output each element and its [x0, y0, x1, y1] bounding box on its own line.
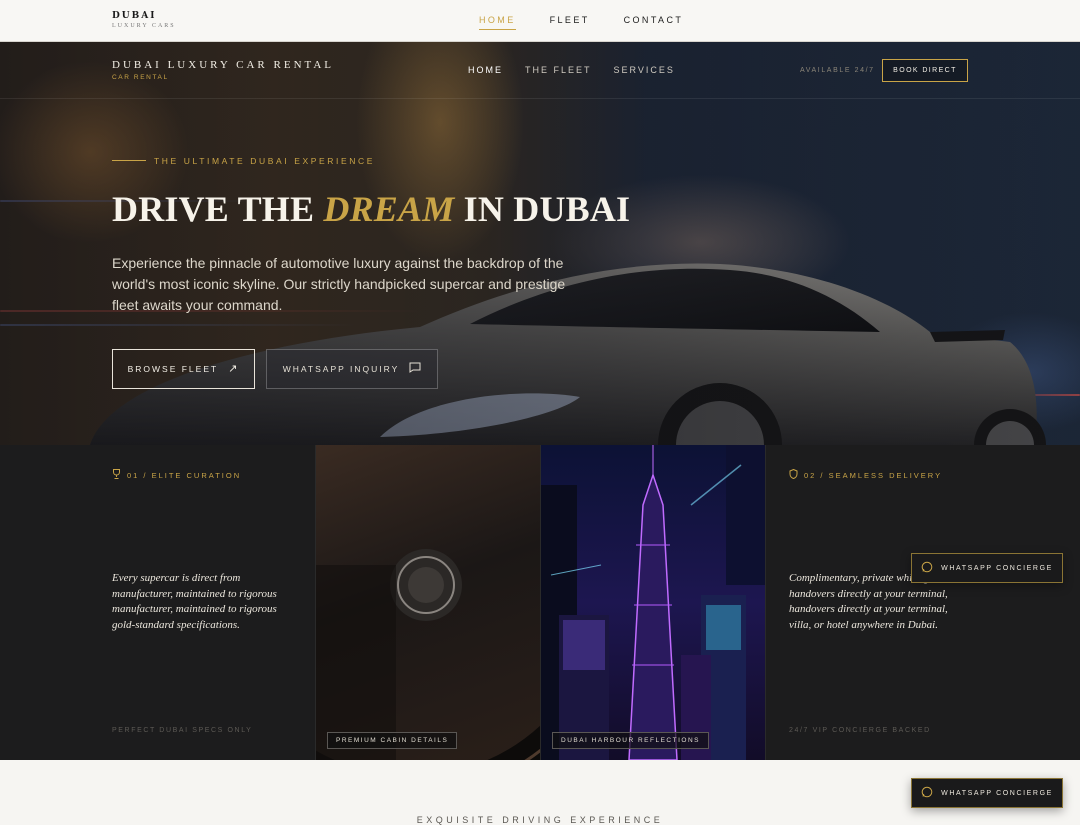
top-nav-fleet[interactable]: FLEET — [550, 15, 590, 30]
section-title: EXQUISITE DRIVING EXPERIENCE — [416, 815, 664, 825]
shield-icon — [789, 468, 798, 482]
hero-nav-fleet[interactable]: THE FLEET — [525, 65, 592, 75]
chat-icon — [409, 362, 421, 376]
top-nav: HOME FLEET CONTACT — [479, 15, 683, 30]
hero-brand-name: DUBAI LUXURY CAR RENTAL — [112, 59, 335, 71]
whatsapp-icon — [921, 561, 933, 576]
whatsapp-inquiry-label: WHATSAPP INQUIRY — [282, 364, 400, 374]
hero-brand-logo[interactable]: DUBAI LUXURY CAR RENTAL CAR RENTAL — [112, 59, 334, 81]
top-nav-home[interactable]: HOME — [479, 15, 516, 30]
book-direct-button[interactable]: BOOK DIRECT — [882, 59, 968, 82]
browse-fleet-button[interactable]: BROWSE FLEET ↗ — [112, 349, 255, 389]
harbour-caption: DUBAI HARBOUR REFLECTIONS — [552, 732, 709, 749]
hero-title-accent: DREAM — [323, 189, 455, 229]
feature-curation-label: 01 / ELITE CURATION — [127, 471, 242, 480]
hero-nav-services[interactable]: SERVICES — [614, 65, 675, 75]
whatsapp-concierge-button[interactable]: WHATSAPP CONCIERGE — [911, 553, 1063, 583]
hero-description: Experience the pinnacle of automotive lu… — [112, 255, 566, 313]
feature-curation-label-row: 01 / ELITE CURATION — [112, 469, 241, 482]
whatsapp-concierge-label: WHATSAPP CONCIERGE — [941, 564, 1053, 572]
feature-curation: 01 / ELITE CURATION Every supercar is di… — [0, 445, 315, 760]
steering-wheel-image — [316, 549, 540, 760]
features-grid: 01 / ELITE CURATION Every supercar is di… — [0, 445, 1080, 760]
feature-curation-footer: PERFECT DUBAI SPECS ONLY — [112, 727, 253, 734]
feature-delivery: 02 / SEAMLESS DELIVERY Complimentary, pr… — [765, 445, 1080, 760]
top-brand-logo[interactable]: DUBAI LUXURY CARS — [112, 11, 176, 29]
hero-brand-tagline: CAR RENTAL — [112, 74, 169, 81]
whatsapp-inquiry-button[interactable]: WHATSAPP INQUIRY — [266, 349, 438, 389]
hero-title-post: IN DUBAI — [454, 189, 631, 229]
whatsapp-concierge-floating-button[interactable]: WHATSAPP CONCIERGE — [911, 778, 1063, 808]
hero-eyebrow: THE ULTIMATE DUBAI EXPERIENCE — [154, 156, 376, 166]
hero-title: DRIVE THE DREAM IN DUBAI — [112, 188, 630, 230]
top-nav-contact[interactable]: CONTACT — [624, 15, 684, 30]
feature-curation-text: Every supercar is direct from manufactur… — [112, 572, 277, 631]
hero-title-pre: DRIVE THE — [112, 189, 324, 229]
eyebrow-divider — [112, 160, 146, 161]
hero-section: DUBAI LUXURY CAR RENTAL CAR RENTAL HOME … — [0, 42, 1080, 445]
harbour-image-tile: DUBAI HARBOUR REFLECTIONS — [540, 445, 765, 760]
top-brand-tagline: LUXURY CARS — [112, 23, 176, 29]
feature-delivery-footer: 24/7 VIP CONCIERGE BACKED — [789, 727, 931, 734]
arrow-up-right-icon: ↗ — [228, 362, 240, 375]
feature-delivery-label-row: 02 / SEAMLESS DELIVERY — [789, 468, 943, 482]
top-bar: DUBAI LUXURY CARS HOME FLEET CONTACT — [0, 0, 1080, 42]
whatsapp-icon — [921, 786, 933, 801]
hero-nav-home[interactable]: HOME — [468, 65, 503, 75]
whatsapp-concierge-floating-label: WHATSAPP CONCIERGE — [941, 789, 1053, 797]
hero-header: DUBAI LUXURY CAR RENTAL CAR RENTAL HOME … — [0, 42, 1080, 99]
hero-nav: HOME THE FLEET SERVICES — [468, 65, 675, 75]
top-brand-name: DUBAI — [112, 11, 157, 21]
cabin-image-tile: PREMIUM CABIN DETAILS — [315, 445, 540, 760]
availability-text: AVAILABLE 24/7 — [800, 67, 875, 74]
feature-delivery-label: 02 / SEAMLESS DELIVERY — [804, 471, 943, 480]
cabin-caption: PREMIUM CABIN DETAILS — [327, 732, 458, 749]
dubai-skyline-image — [541, 445, 765, 760]
browse-fleet-label: BROWSE FLEET — [127, 364, 219, 374]
trophy-icon — [112, 469, 121, 482]
